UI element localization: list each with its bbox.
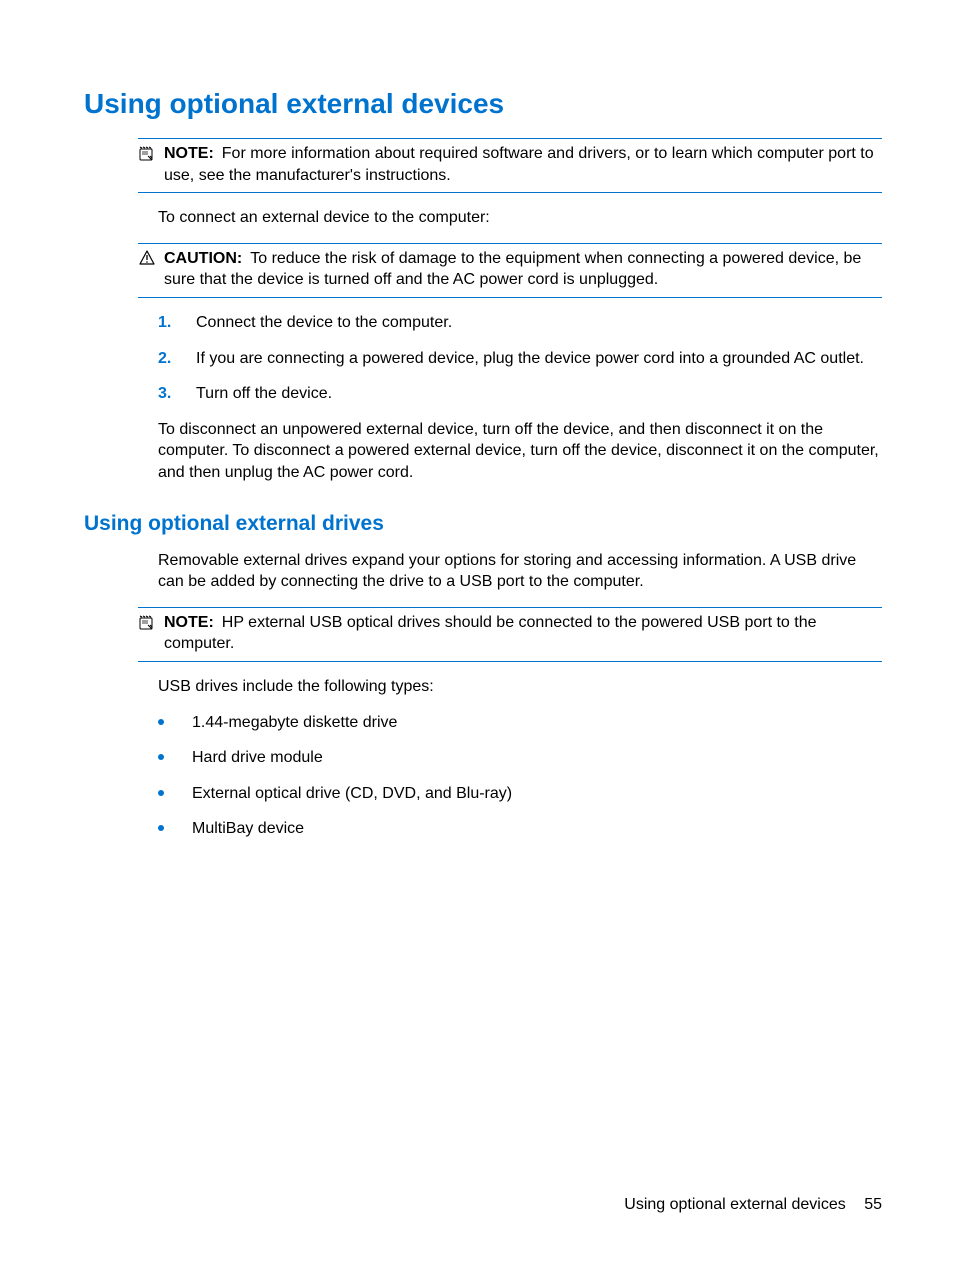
note-icon [138,144,156,162]
step-text: If you are connecting a powered device, … [196,348,864,370]
para-removable: Removable external drives expand your op… [158,550,882,593]
heading-sub: Using optional external drives [84,512,882,536]
caution-text: To reduce the risk of damage to the equi… [164,250,861,289]
list-item-text: External optical drive (CD, DVD, and Blu… [192,783,512,805]
heading-main: Using optional external devices [84,88,882,120]
list-item: 1.44-megabyte diskette drive [158,712,882,734]
note-body-2: NOTE:HP external USB optical drives shou… [164,612,882,655]
page-footer: Using optional external devices 55 [624,1196,882,1214]
note-icon [138,613,156,631]
note-text: For more information about required soft… [164,145,874,184]
note-callout-2: NOTE:HP external USB optical drives shou… [138,607,882,662]
list-item: Hard drive module [158,747,882,769]
footer-title: Using optional external devices [624,1196,845,1213]
step-number: 1. [158,312,176,334]
bullet-dot-icon [158,754,164,760]
page-content: Using optional external devices NOTE:For… [0,0,954,840]
step-number: 3. [158,383,176,405]
para-connect: To connect an external device to the com… [158,207,882,229]
steps-list: 1. Connect the device to the computer. 2… [158,312,882,405]
bullet-dot-icon [158,825,164,831]
step-number: 2. [158,348,176,370]
bullet-dot-icon [158,790,164,796]
note-label: NOTE: [164,145,214,162]
para-types: USB drives include the following types: [158,676,882,698]
list-item: MultiBay device [158,818,882,840]
para-disconnect: To disconnect an unpowered external devi… [158,419,882,484]
step-item: 2. If you are connecting a powered devic… [158,348,882,370]
note-callout-1: NOTE:For more information about required… [138,138,882,193]
caution-icon [138,249,156,267]
footer-page-number: 55 [864,1196,882,1213]
list-item-text: 1.44-megabyte diskette drive [192,712,397,734]
note-body-1: NOTE:For more information about required… [164,143,882,186]
note-label: NOTE: [164,614,214,631]
step-text: Turn off the device. [196,383,332,405]
caution-callout-1: CAUTION:To reduce the risk of damage to … [138,243,882,298]
list-item-text: Hard drive module [192,747,323,769]
bullet-dot-icon [158,719,164,725]
step-item: 3. Turn off the device. [158,383,882,405]
note-text: HP external USB optical drives should be… [164,614,817,653]
caution-label: CAUTION: [164,250,242,267]
main-content-block: NOTE:For more information about required… [84,138,882,484]
bullet-list: 1.44-megabyte diskette drive Hard drive … [158,712,882,840]
sub-content-block: Removable external drives expand your op… [84,550,882,840]
list-item-text: MultiBay device [192,818,304,840]
caution-body-1: CAUTION:To reduce the risk of damage to … [164,248,882,291]
step-item: 1. Connect the device to the computer. [158,312,882,334]
step-text: Connect the device to the computer. [196,312,452,334]
list-item: External optical drive (CD, DVD, and Blu… [158,783,882,805]
